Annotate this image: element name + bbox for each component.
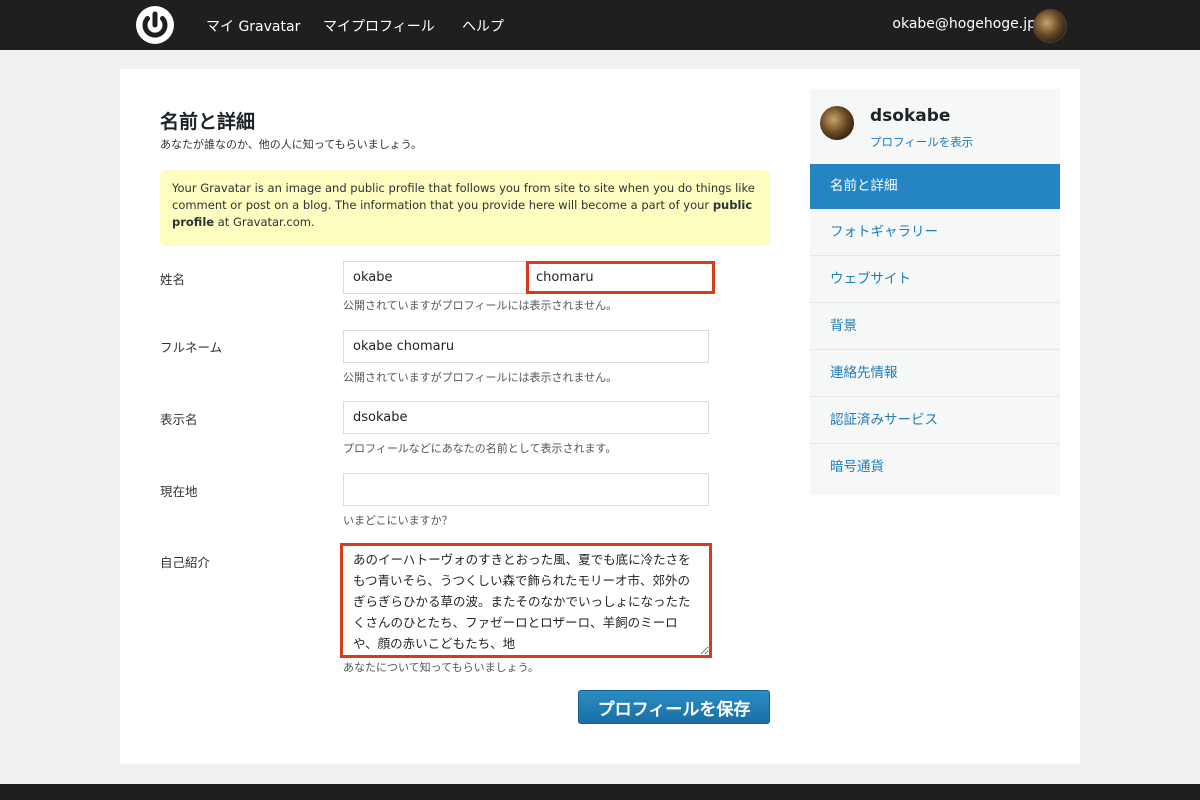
sidebar-item-background[interactable]: 背景 (810, 303, 1060, 350)
bio-textarea[interactable]: あのイーハトーヴォのすきとおった風、夏でも底に冷たさをもつ青いそら、うつくしい森… (340, 543, 712, 658)
fullname-hint: 公開されていますがプロフィールには表示されません。 (343, 371, 618, 384)
page-subtitle: あなたが誰なのか、他の人に知ってもらいましょう。 (160, 138, 423, 151)
user-avatar[interactable] (1033, 9, 1067, 43)
page-title: 名前と詳細 (160, 111, 256, 133)
location-input[interactable] (343, 473, 709, 506)
notice-tail: at Gravatar.com. (214, 215, 315, 229)
sidebar-item-name-details[interactable]: 名前と詳細 (810, 164, 1060, 209)
user-email[interactable]: okabe@hogehoge.jp (892, 16, 1036, 32)
name-hint: 公開されていますがプロフィールには表示されません。 (343, 299, 618, 312)
fullname-label: フルネーム (160, 340, 223, 355)
info-notice: Your Gravatar is an image and public pro… (160, 170, 770, 246)
bio-hint: あなたについて知ってもらいましょう。 (343, 661, 539, 674)
footer-bar (0, 784, 1200, 800)
display-name-hint: プロフィールなどにあなたの名前として表示されます。 (343, 442, 617, 455)
nav-my-gravatar[interactable]: マイ Gravatar (206, 16, 300, 36)
view-profile-link[interactable]: プロフィールを表示 (870, 134, 973, 150)
nav-my-profile[interactable]: マイプロフィール (323, 16, 435, 36)
sidebar-username: dsokabe (870, 106, 951, 126)
sidebar-menu: 名前と詳細 フォトギャラリー ウェブサイト 背景 連絡先情報 認証済みサービス … (810, 164, 1060, 491)
sidebar-item-crypto[interactable]: 暗号通貨 (810, 444, 1060, 491)
first-name-input[interactable] (343, 261, 529, 294)
location-hint: いまどこにいますか？ (343, 514, 453, 527)
profile-card: 名前と詳細 あなたが誰なのか、他の人に知ってもらいましょう。 Your Grav… (120, 69, 1080, 764)
last-name-input[interactable] (526, 261, 715, 294)
bio-label: 自己紹介 (160, 555, 211, 570)
gravatar-logo-icon[interactable] (136, 6, 174, 44)
location-label: 現在地 (160, 484, 198, 499)
sidebar-item-verified-services[interactable]: 認証済みサービス (810, 397, 1060, 444)
nav-help[interactable]: ヘルプ (462, 16, 504, 36)
name-label: 姓名 (160, 272, 186, 287)
sidebar-item-websites[interactable]: ウェブサイト (810, 256, 1060, 303)
top-navigation-bar: マイ Gravatar マイプロフィール ヘルプ okabe@hogehoge.… (0, 0, 1200, 50)
fullname-input[interactable] (343, 330, 709, 363)
notice-text: Your Gravatar is an image and public pro… (172, 181, 755, 212)
profile-sidebar: dsokabe プロフィールを表示 名前と詳細 フォトギャラリー ウェブサイト … (810, 89, 1060, 495)
save-profile-button[interactable]: プロフィールを保存 (578, 690, 770, 724)
sidebar-item-contact-info[interactable]: 連絡先情報 (810, 350, 1060, 397)
sidebar-item-photo-gallery[interactable]: フォトギャラリー (810, 209, 1060, 256)
sidebar-avatar (820, 106, 854, 140)
display-name-input[interactable] (343, 401, 709, 434)
display-name-label: 表示名 (160, 412, 198, 427)
